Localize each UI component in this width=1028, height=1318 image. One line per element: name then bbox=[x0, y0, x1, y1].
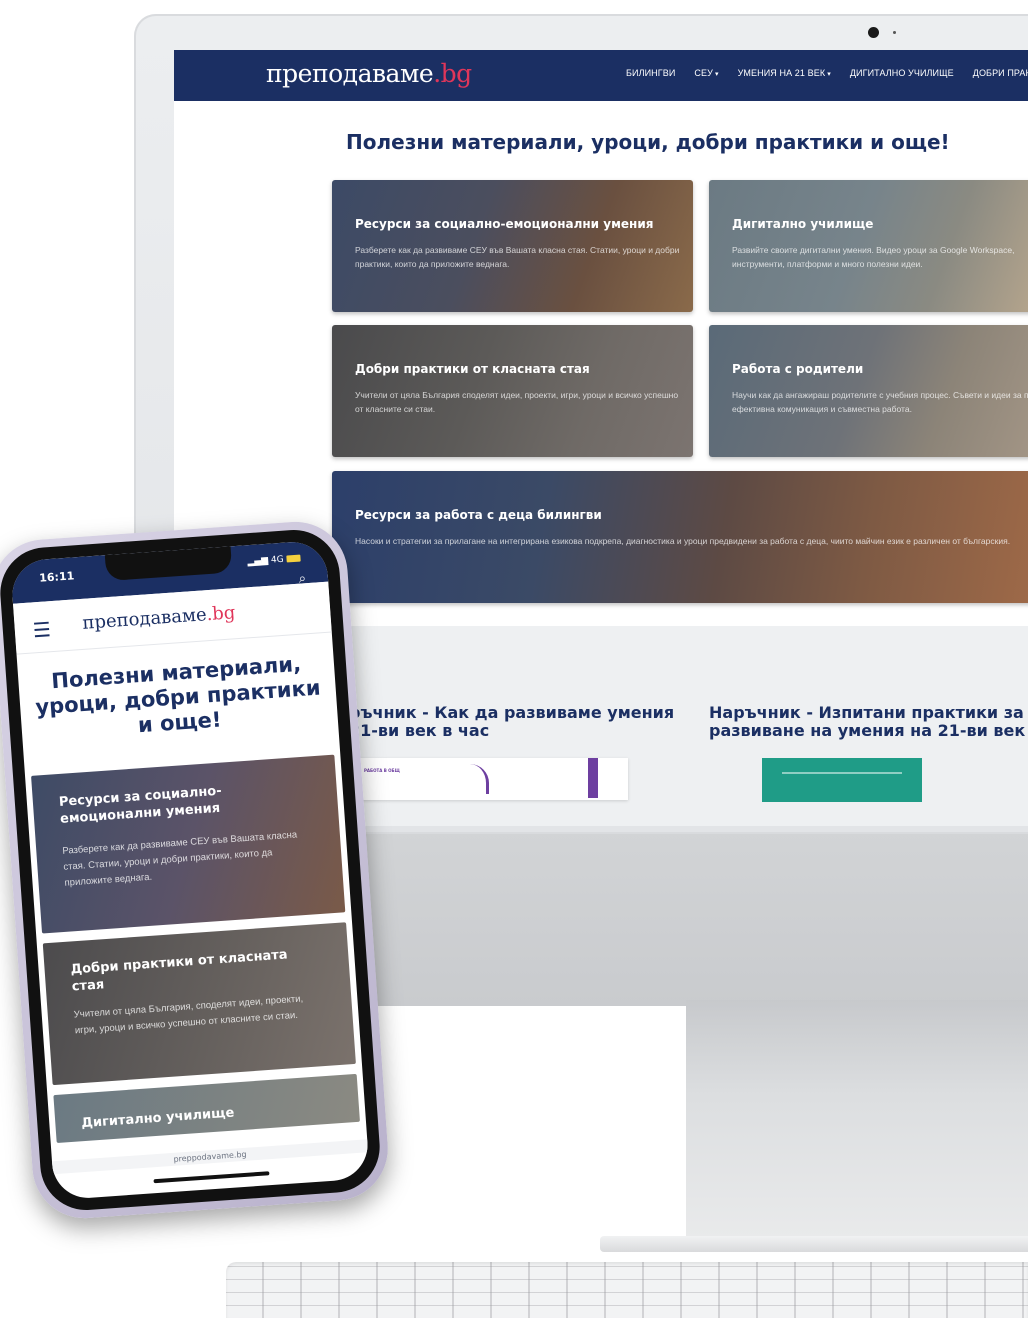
desktop-navbar: преподаваме.bg БИЛИНГВИ СЕУ УМЕНИЯ НА 21… bbox=[174, 50, 1028, 101]
nav-item-umeniya-21[interactable]: УМЕНИЯ НА 21 ВЕК bbox=[738, 68, 831, 78]
page-title: Полезни материали, уроци, добри практики… bbox=[346, 130, 950, 154]
logo-suffix: .bg bbox=[433, 59, 472, 88]
hamburger-menu-icon[interactable]: ☰ bbox=[32, 617, 52, 642]
phone-screen: 16:11 ▂▄▆ 4G ⌕ ☰ преподаваме.bg Полезни … bbox=[10, 539, 370, 1201]
nav-item-seu[interactable]: СЕУ bbox=[694, 68, 718, 78]
monitor-stand bbox=[686, 1000, 1028, 1238]
thumb-label: РАБОТА В ОБЩ bbox=[364, 768, 400, 773]
nav-item-bilingvi[interactable]: БИЛИНГВИ bbox=[626, 68, 675, 78]
mobile-site-logo[interactable]: преподаваме.bg bbox=[82, 602, 236, 634]
mobile-card-good-practices[interactable]: Добри практики от класната стая Учители … bbox=[42, 922, 356, 1086]
card-title: Дигитално училище bbox=[732, 217, 874, 231]
card-description: Учители от цяла България споделят идеи, … bbox=[355, 390, 679, 414]
card-description: Научи как да ангажираш родителите с учеб… bbox=[732, 390, 1028, 414]
desktop-menu: БИЛИНГВИ СЕУ УМЕНИЯ НА 21 ВЕК ДИГИТАЛНО … bbox=[626, 68, 1028, 78]
handbook-title[interactable]: ръчник - Как да развиваме умения 21-ви в… bbox=[349, 704, 689, 740]
card-description: Учители от цяла България, споделят идеи,… bbox=[73, 993, 304, 1037]
handbook-title[interactable]: Наръчник - Изпитани практики за развиван… bbox=[709, 704, 1028, 740]
mobile-page-title: Полезни материали, уроци, добри практики… bbox=[34, 651, 322, 738]
nav-item-digitalno-uchilishte[interactable]: ДИГИТАЛНО УЧИЛИЩЕ bbox=[850, 68, 954, 78]
card-description: Развийте своите дигитални умения. Видео … bbox=[732, 245, 1015, 269]
mobile-card-seu-resources[interactable]: Ресурси за социално-емоционални умения Р… bbox=[31, 754, 346, 934]
card-description: Насоки и стратегии за прилагане на интег… bbox=[355, 536, 1011, 546]
card-bilingual-resources[interactable]: Ресурси за работа с деца билингви Насоки… bbox=[332, 471, 1028, 603]
browser-url-bar[interactable]: preppodavame.bg bbox=[51, 1139, 369, 1175]
card-description: Разберете как да развиваме СЕУ във Вашат… bbox=[355, 245, 680, 269]
monitor-base bbox=[600, 1236, 1028, 1252]
card-digital-school[interactable]: Дигитално училище Развийте своите дигита… bbox=[709, 180, 1028, 312]
card-title: Ресурси за работа с деца билингви bbox=[355, 508, 602, 522]
card-title: Дигитално училище bbox=[80, 1105, 235, 1132]
keyboard bbox=[226, 1262, 1028, 1318]
nav-item-dobri-praktiki[interactable]: ДОБРИ ПРАКТ bbox=[973, 68, 1028, 78]
handbook-thumbnail[interactable]: РАБОТА В ОБЩ bbox=[358, 758, 628, 800]
logo-main: преподаваме bbox=[81, 604, 208, 634]
camera-icon bbox=[868, 27, 879, 38]
card-title: Ресурси за социално-емоционални умения bbox=[355, 217, 654, 231]
battery-icon bbox=[286, 554, 301, 563]
signal-icon: ▂▄▆ 4G bbox=[247, 554, 301, 567]
card-seu-resources[interactable]: Ресурси за социално-емоционални умения Р… bbox=[332, 180, 693, 312]
handbook-thumbnail[interactable] bbox=[762, 758, 922, 802]
card-description: Разберете как да развиваме СЕУ във Вашат… bbox=[62, 829, 298, 889]
card-good-practices[interactable]: Добри практики от класната стая Учители … bbox=[332, 325, 693, 457]
card-parents[interactable]: Работа с родители Научи как да ангажираш… bbox=[709, 325, 1028, 457]
network-label: 4G bbox=[270, 554, 285, 566]
mobile-card-digital-school[interactable]: Дигитално училище bbox=[53, 1073, 360, 1143]
card-title: Работа с родители bbox=[732, 362, 864, 376]
logo-main: преподаваме bbox=[266, 59, 434, 88]
card-title: Добри практики от класната стая bbox=[355, 362, 590, 376]
home-indicator[interactable] bbox=[153, 1171, 270, 1184]
phone-mockup: 16:11 ▂▄▆ 4G ⌕ ☰ преподаваме.bg Полезни … bbox=[0, 518, 392, 1222]
card-title: Ресурси за социално-емоционални умения bbox=[58, 783, 223, 827]
site-logo[interactable]: преподаваме.bg bbox=[266, 59, 472, 88]
logo-suffix: .bg bbox=[205, 602, 237, 626]
camera-sensor-icon bbox=[893, 31, 896, 34]
card-title: Добри практики от класната стая bbox=[70, 947, 289, 995]
status-time: 16:11 bbox=[38, 569, 75, 585]
